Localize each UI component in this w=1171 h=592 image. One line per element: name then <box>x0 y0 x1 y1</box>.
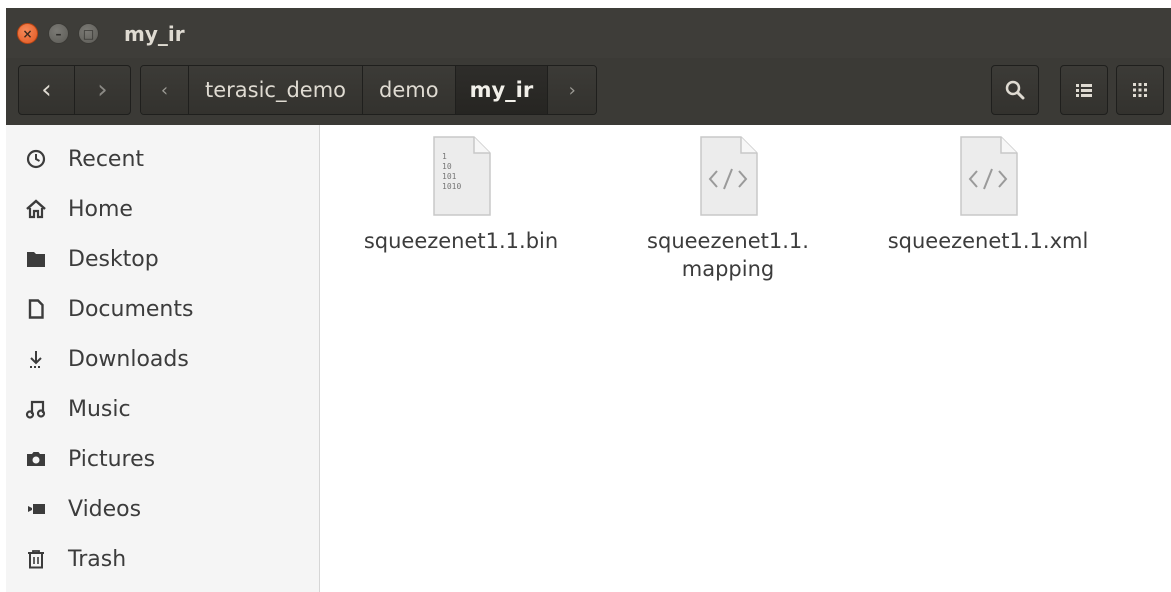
sidebar-item-documents[interactable]: Documents <box>6 287 320 331</box>
navigation-buttons: ‹ › <box>18 65 131 115</box>
file-view: 1 10 101 1010 squeezenet1.1.bin squeezen… <box>321 125 1171 592</box>
sidebar-item-videos[interactable]: Videos <box>6 487 320 531</box>
forward-button[interactable]: › <box>75 66 130 114</box>
sidebar-item-music[interactable]: Music <box>6 387 320 431</box>
sidebar-item-label: Desktop <box>68 246 159 272</box>
search-icon <box>1005 80 1025 100</box>
folder-icon <box>24 247 48 271</box>
breadcrumb-demo[interactable]: demo <box>363 66 456 114</box>
file-name: squeezenet1.1.xml <box>887 229 1089 253</box>
sidebar-item-label: Home <box>68 196 133 222</box>
sidebar-item-label: Recent <box>68 146 145 172</box>
document-icon <box>24 297 48 321</box>
music-icon <box>24 397 48 421</box>
path-scroll-left-button[interactable]: ‹ <box>141 66 189 114</box>
grid-view-button[interactable] <box>1116 65 1164 115</box>
sidebar-item-downloads[interactable]: Downloads <box>6 337 320 381</box>
file-name-line: squeezenet1.1. <box>647 229 809 253</box>
sidebar-item-desktop[interactable]: Desktop <box>6 237 320 281</box>
sidebar-item-label: Videos <box>68 496 142 522</box>
close-window-button[interactable]: × <box>17 23 38 44</box>
camera-icon <box>24 447 48 471</box>
binary-line: 10 <box>442 162 452 171</box>
sidebar-item-recent[interactable]: Recent <box>6 137 320 181</box>
breadcrumb-terasic-demo[interactable]: terasic_demo <box>189 66 364 114</box>
home-icon <box>24 197 48 221</box>
grid-view-icon <box>1133 83 1147 97</box>
sidebar-item-label: Pictures <box>68 446 156 472</box>
binary-line: 1010 <box>442 182 461 191</box>
file-name: squeezenet1.1.bin <box>363 229 559 253</box>
back-button[interactable]: ‹ <box>19 66 75 114</box>
minimize-window-button[interactable]: – <box>48 23 69 44</box>
binary-line: 101 <box>442 172 457 181</box>
file-item-xml[interactable]: squeezenet1.1.xml <box>878 135 1098 255</box>
download-icon <box>24 347 48 371</box>
maximize-window-button[interactable]: □ <box>78 23 99 44</box>
title-bar: × – □ my_ir <box>6 8 1171 58</box>
path-scroll-right-button[interactable]: › <box>548 66 597 114</box>
breadcrumb: ‹ terasic_demo demo my_ir › <box>140 65 598 115</box>
binary-line: 1 <box>442 152 447 161</box>
sidebar-item-home[interactable]: Home <box>6 187 320 231</box>
code-file-icon <box>960 136 1018 216</box>
search-button[interactable] <box>991 65 1039 115</box>
code-file-icon <box>700 136 758 216</box>
sidebar-item-label: Music <box>68 396 131 422</box>
video-icon <box>24 497 48 521</box>
list-view-icon <box>1076 84 1092 97</box>
binary-file-icon: 1 10 101 1010 <box>433 136 491 216</box>
file-name-line: mapping <box>681 257 775 281</box>
sidebar-item-label: Documents <box>68 296 194 322</box>
sidebar-item-label: Trash <box>68 546 127 572</box>
clock-icon <box>24 147 48 171</box>
sidebar-item-pictures[interactable]: Pictures <box>6 437 320 481</box>
window-title: my_ir <box>124 22 185 46</box>
trash-icon <box>24 547 48 571</box>
file-name: squeezenet1.1. mapping <box>647 227 809 283</box>
list-view-button[interactable] <box>1060 65 1108 115</box>
breadcrumb-my-ir[interactable]: my_ir <box>455 66 549 114</box>
file-item-bin[interactable]: 1 10 101 1010 squeezenet1.1.bin <box>351 135 571 255</box>
sidebar-item-label: Downloads <box>68 346 189 372</box>
sidebar: Recent Home Desktop Documents Downloads … <box>6 125 320 592</box>
sidebar-item-trash[interactable]: Trash <box>6 537 320 581</box>
file-item-mapping[interactable]: squeezenet1.1. mapping <box>618 135 838 283</box>
toolbar: ‹ › ‹ terasic_demo demo my_ir › <box>6 58 1171 125</box>
